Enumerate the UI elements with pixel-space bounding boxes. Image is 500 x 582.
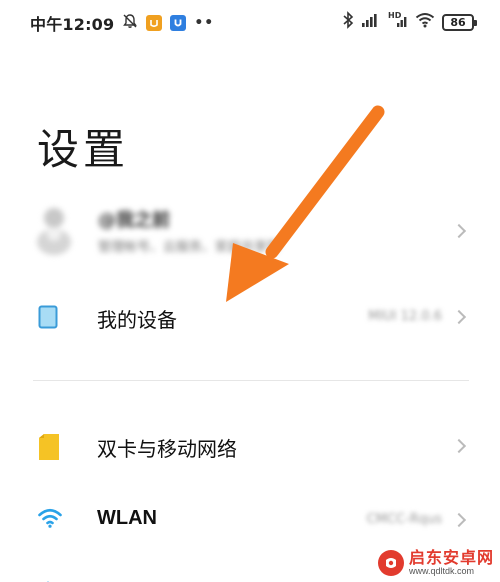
signal-strength-icon	[361, 12, 381, 32]
partial-row-icon	[40, 574, 56, 582]
chevron-right-icon	[451, 438, 467, 454]
section-divider	[33, 380, 469, 381]
chevron-right-icon	[451, 512, 467, 528]
setting-label: 我的设备	[97, 308, 177, 332]
watermark-brand: 启东安卓网	[408, 547, 494, 567]
setting-wlan[interactable]: WLAN CMCC-Rqus	[0, 490, 500, 550]
phone-icon	[38, 305, 58, 333]
page-title: 设置	[37, 125, 130, 174]
setting-my-device[interactable]: 我的设备 MIUI 12.0.6	[0, 287, 500, 347]
sim-card-icon	[38, 433, 60, 465]
status-time: 中午12:09	[30, 15, 115, 34]
status-bar-right: HD 86	[342, 11, 477, 33]
alarm-muted-icon	[122, 13, 138, 33]
bluetooth-icon	[342, 11, 354, 33]
wifi-icon	[38, 508, 62, 532]
signal-hd-icon: HD	[388, 11, 408, 33]
app-notification-icon	[170, 15, 187, 31]
avatar	[34, 204, 74, 256]
battery-indicator: 86	[442, 13, 477, 31]
watermark-text: 启东安卓网 www.qdltdk.com	[408, 547, 494, 576]
app-notification-icon	[146, 15, 163, 31]
status-bar-left: 中午12:09 ••	[30, 11, 214, 35]
chevron-right-icon	[451, 309, 467, 325]
account-subtitle: 管理帐号、云服务、家庭共享等	[98, 240, 281, 255]
watermark-url: www.qdltdk.com	[408, 565, 475, 576]
watermark: 启东安卓网 www.qdltdk.com	[377, 547, 494, 576]
battery-level: 86	[450, 15, 466, 29]
setting-value: MIUI 12.0.6	[368, 309, 442, 324]
account-name: @我之前	[98, 210, 170, 231]
more-notifications-icon: ••	[194, 15, 215, 31]
setting-value: CMCC-Rqus	[366, 512, 442, 527]
setting-label: WLAN	[97, 507, 157, 529]
watermark-logo-icon	[377, 549, 404, 576]
setting-label: 双卡与移动网络	[97, 437, 237, 461]
account-row[interactable]: @我之前 管理帐号、云服务、家庭共享等	[0, 196, 500, 268]
hd-label: HD	[388, 11, 402, 20]
chevron-right-icon	[451, 223, 467, 239]
status-bar: 中午12:09 •• HD 86	[0, 0, 500, 44]
setting-dual-sim[interactable]: 双卡与移动网络	[0, 416, 500, 476]
wifi-status-icon	[415, 12, 435, 32]
